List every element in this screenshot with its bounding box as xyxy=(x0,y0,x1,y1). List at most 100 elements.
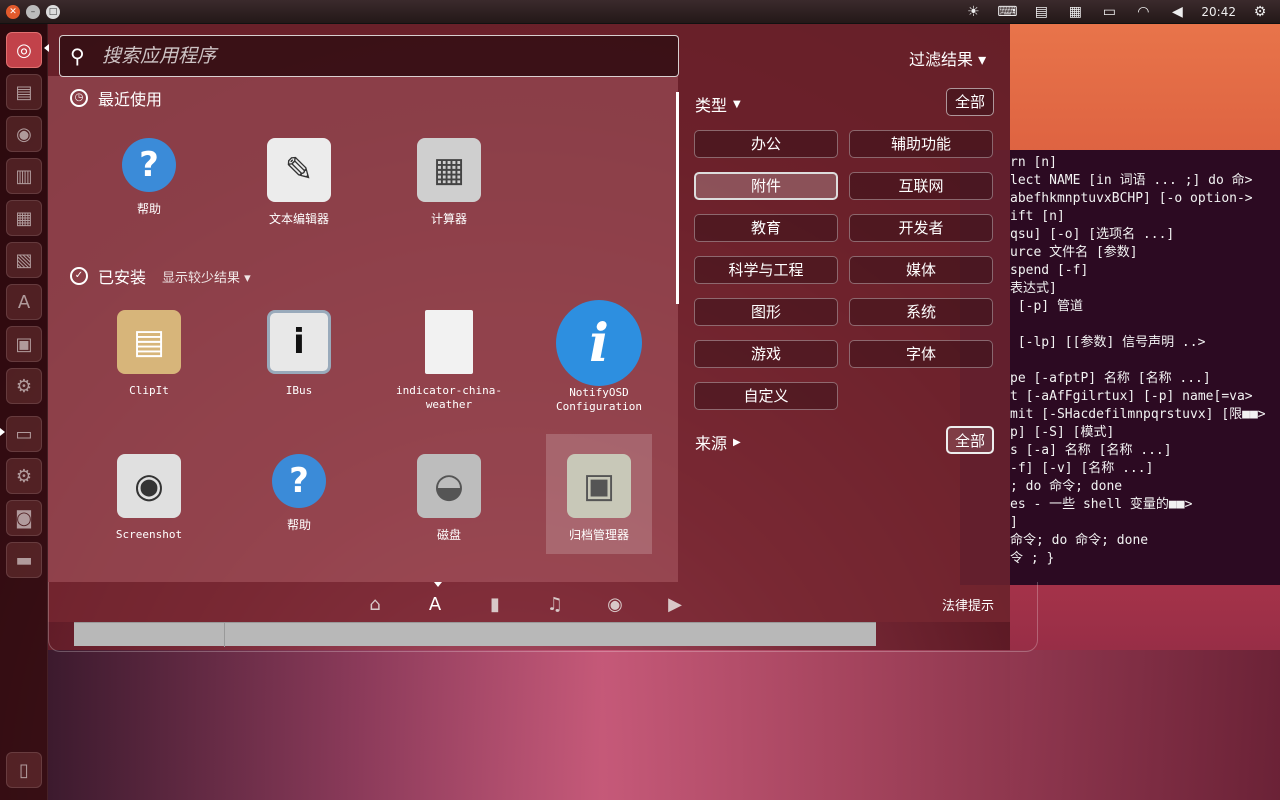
calendar-icon[interactable]: ▦ xyxy=(1065,4,1085,20)
top-panel: ✕ – □ ☀ ⌨ ▤ ▦ ▭ ◠ ◀ 20:42 ⚙ xyxy=(0,0,1280,24)
browser-launcher-icon[interactable]: ◉ xyxy=(6,116,42,152)
filter-graphics[interactable]: 图形 xyxy=(694,298,838,326)
filter-accessories[interactable]: 附件 xyxy=(694,172,838,200)
app-tile-notifyosd-configuration[interactable]: i NotifyOSD Configuration xyxy=(546,300,652,420)
help-icon: ? xyxy=(122,138,176,192)
desktop-wallpaper-bottom xyxy=(48,650,1280,800)
type-filter-title: 类型 xyxy=(695,96,728,115)
filter-accessibility[interactable]: 辅助功能 xyxy=(849,130,993,158)
trash-icon[interactable]: ▯ xyxy=(6,752,42,788)
maximize-window-icon[interactable]: □ xyxy=(46,4,60,19)
terminal-line: [-p] 管道 xyxy=(1010,299,1083,314)
wifi-icon[interactable]: ◠ xyxy=(1133,4,1153,20)
system-launcher-icon[interactable]: ▣ xyxy=(6,326,42,362)
recent-section-header[interactable]: ◷ 最近使用 xyxy=(70,86,162,110)
terminal-line: qsu] [-o] [选项名 ...] xyxy=(1010,227,1175,242)
calculator-icon: ▦ xyxy=(417,138,481,202)
files-launcher-icon[interactable]: ▤ xyxy=(6,74,42,110)
calc-launcher-icon[interactable]: ▦ xyxy=(6,200,42,236)
document-icon xyxy=(425,310,473,374)
terminal-line: spend [-f] xyxy=(1010,263,1089,278)
terminal-line: 表达式] xyxy=(1010,281,1057,296)
app-tile-ibus[interactable]: i IBus xyxy=(246,300,352,420)
files-icon[interactable]: ▤ xyxy=(1031,4,1051,20)
filter-fonts[interactable]: 字体 xyxy=(849,340,993,368)
terminal-line: s [-a] 名称 [名称 ...] xyxy=(1010,443,1172,458)
archive-icon: ▣ xyxy=(567,454,631,518)
search-input[interactable] xyxy=(102,45,662,67)
installed-title: 已安装 xyxy=(98,268,147,287)
source-filter-title: 来源 xyxy=(695,434,728,453)
settings-2-launcher-icon[interactable]: ⚙ xyxy=(6,458,42,494)
app-tile-help[interactable]: ? 帮助 xyxy=(96,128,202,248)
app-tile-calculator[interactable]: ▦ 计算器 xyxy=(396,128,502,248)
terminal-line: pe [-afptP] 名称 [名称 ...] xyxy=(1010,371,1211,386)
files-lens-icon[interactable]: ▮ xyxy=(480,590,510,618)
settings-launcher-icon[interactable]: ⚙ xyxy=(6,368,42,404)
chevron-down-icon: ▼ xyxy=(733,98,741,110)
minimize-window-icon[interactable]: – xyxy=(26,4,40,19)
home-lens-icon[interactable]: ⌂ xyxy=(360,590,390,618)
battery-icon[interactable]: ▭ xyxy=(1099,4,1119,20)
software-center-launcher-icon[interactable]: A xyxy=(6,284,42,320)
filter-media[interactable]: 媒体 xyxy=(849,256,993,284)
settings-gear-icon[interactable]: ⚙ xyxy=(1250,4,1270,20)
filter-system[interactable]: 系统 xyxy=(849,298,993,326)
app-tile-screenshot[interactable]: ◉ Screenshot xyxy=(96,444,202,564)
disk-icon: ◒ xyxy=(417,454,481,518)
terminal-line: rn [n] xyxy=(1010,155,1057,170)
applications-lens-icon[interactable]: A xyxy=(420,590,450,618)
app-tile-archive-manager[interactable]: ▣ 归档管理器 xyxy=(546,434,652,554)
source-filter-header[interactable]: 来源 ▶ xyxy=(695,430,741,454)
terminal-line: ] xyxy=(1010,515,1018,530)
terminal-line: 命令; do 命令; done xyxy=(1010,533,1149,548)
legal-notice-link[interactable]: 法律提示 xyxy=(942,595,994,614)
terminal-line: -f] [-v] [名称 ...] xyxy=(1010,461,1154,476)
indicator-area: ☀ ⌨ ▤ ▦ ▭ ◠ ◀ 20:42 ⚙ xyxy=(963,4,1280,20)
window-status-bar xyxy=(74,622,876,647)
photos-lens-icon[interactable]: ◉ xyxy=(600,590,630,618)
writer-launcher-icon[interactable]: ▥ xyxy=(6,158,42,194)
close-window-icon[interactable]: ✕ xyxy=(6,4,20,19)
volume-icon[interactable]: ◀ xyxy=(1167,4,1187,20)
impress-launcher-icon[interactable]: ▧ xyxy=(6,242,42,278)
filter-internet[interactable]: 互联网 xyxy=(849,172,993,200)
filter-divider xyxy=(676,92,679,304)
search-box: ⚲ xyxy=(59,35,679,77)
music-lens-icon[interactable]: ♫ xyxy=(540,590,570,618)
app-tile-clipit[interactable]: ▤ ClipIt xyxy=(96,300,202,420)
app-tile-help-2[interactable]: ? 帮助 xyxy=(246,444,352,564)
search-icon: ⚲ xyxy=(70,44,85,68)
filter-custom[interactable]: 自定义 xyxy=(694,382,838,410)
running-indicator-icon xyxy=(0,428,5,436)
installed-section-header[interactable]: ✓ 已安装 显示较少结果 ▾ xyxy=(70,264,251,288)
filter-results-toggle[interactable]: 过滤结果 ▾ xyxy=(909,46,986,70)
dash-home-icon[interactable]: ◎ xyxy=(6,32,42,68)
terminal-line: lect NAME [in 词语 ... ;] do 命> xyxy=(1010,173,1253,188)
terminal-launcher-icon[interactable]: ▭ xyxy=(6,416,42,452)
filter-developer[interactable]: 开发者 xyxy=(849,214,993,242)
app-tile-indicator-china-weather[interactable]: indicator-china-weather xyxy=(396,300,502,420)
type-all-button[interactable]: 全部 xyxy=(946,88,994,116)
source-all-button[interactable]: 全部 xyxy=(946,426,994,454)
camera-launcher-icon[interactable]: ◙ xyxy=(6,500,42,536)
weather-icon[interactable]: ☀ xyxy=(963,4,983,20)
video-lens-icon[interactable]: ▶ xyxy=(660,590,690,618)
filter-games[interactable]: 游戏 xyxy=(694,340,838,368)
show-fewer-results-toggle[interactable]: 显示较少结果 ▾ xyxy=(162,267,251,286)
clock[interactable]: 20:42 xyxy=(1201,5,1236,19)
keyboard-icon[interactable]: ⌨ xyxy=(997,4,1017,20)
clipboard-icon: ▤ xyxy=(117,310,181,374)
type-filter-header[interactable]: 类型 ▼ xyxy=(695,92,741,116)
filter-science[interactable]: 科学与工程 xyxy=(694,256,838,284)
disk-launcher-icon[interactable]: ▬ xyxy=(6,542,42,578)
terminal-line: urce 文件名 [参数] xyxy=(1010,245,1138,260)
terminal-line: mit [-SHacdefilmnpqrstuvx] [限■■> xyxy=(1010,407,1266,422)
terminal-line: t [-aAfFgilrtux] [-p] name[=va> xyxy=(1010,389,1253,404)
filter-education[interactable]: 教育 xyxy=(694,214,838,242)
info-icon: i xyxy=(556,300,642,386)
app-tile-disks[interactable]: ◒ 磁盘 xyxy=(396,444,502,564)
filter-office[interactable]: 办公 xyxy=(694,130,838,158)
app-tile-text-editor[interactable]: ✎ 文本编辑器 xyxy=(246,128,352,248)
